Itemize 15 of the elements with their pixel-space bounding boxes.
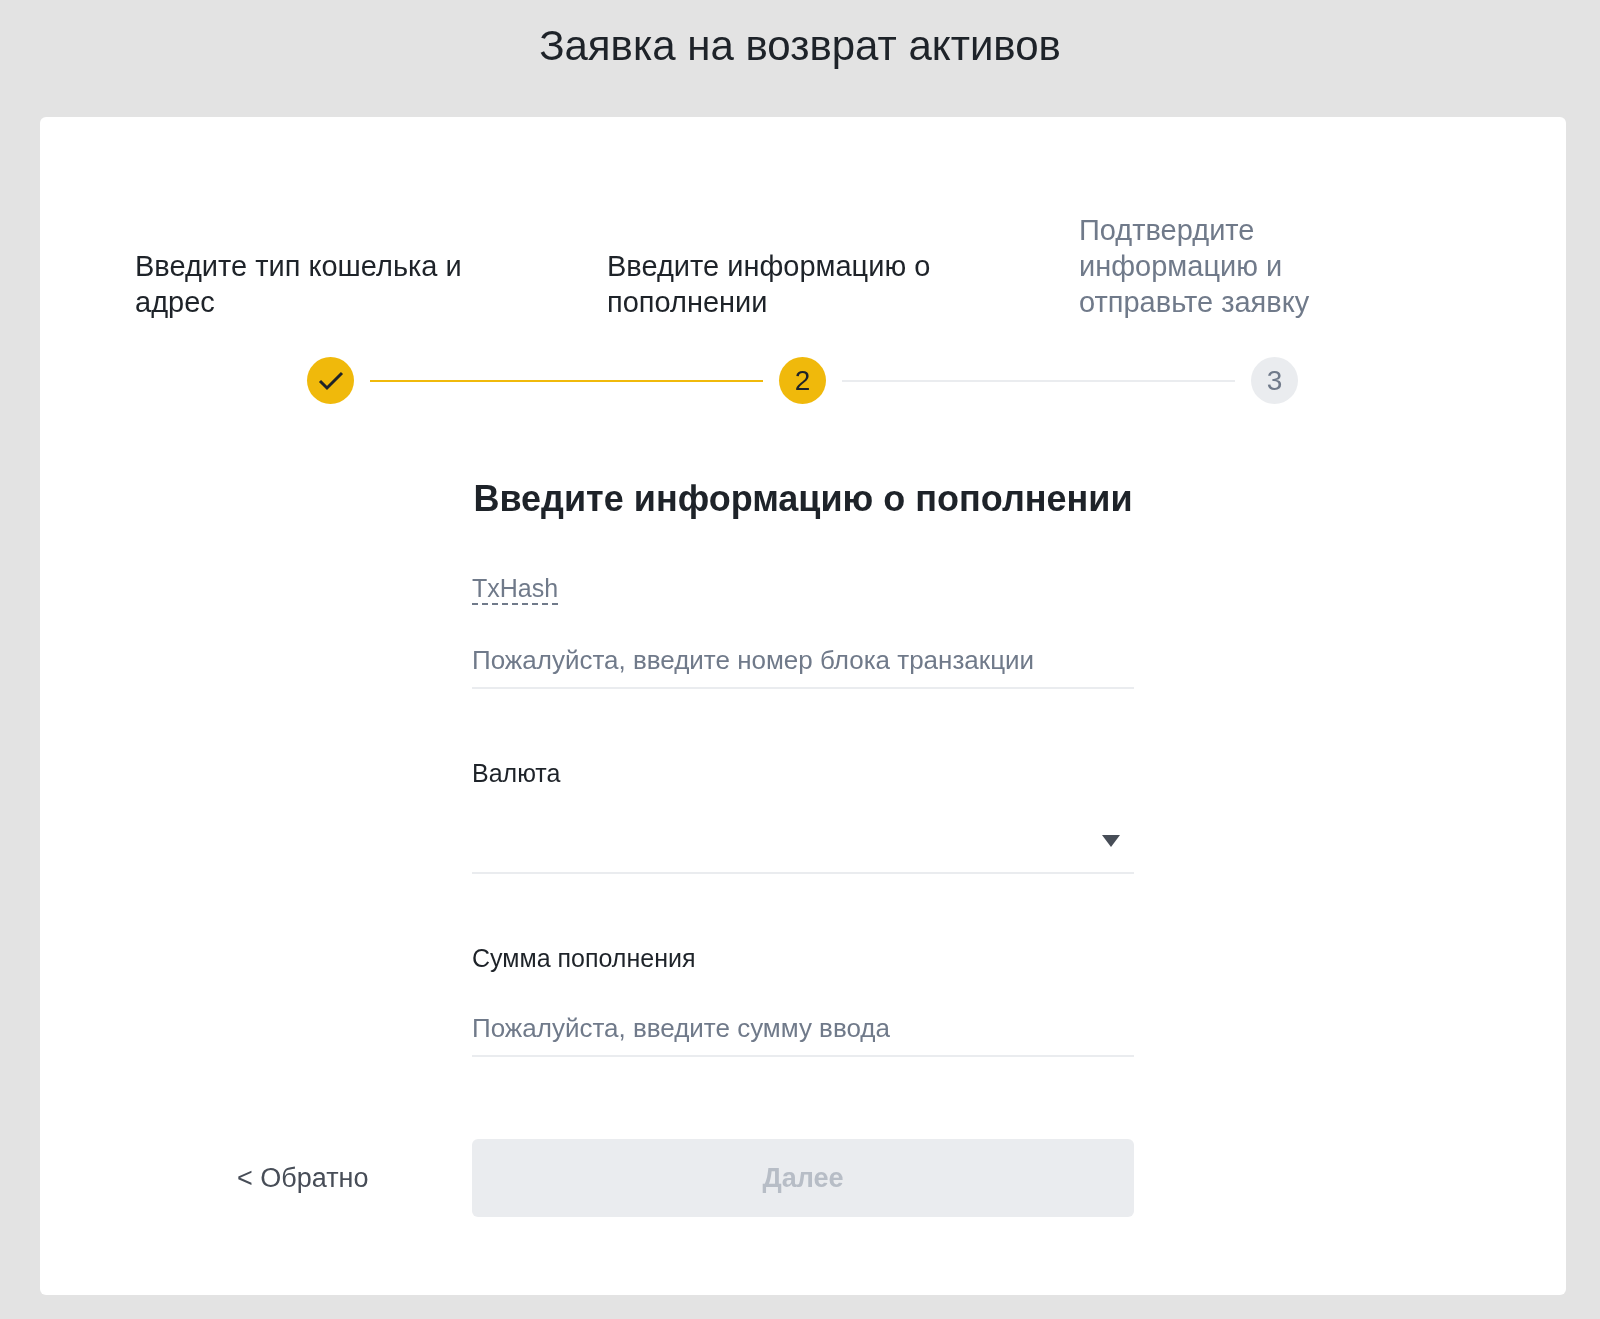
step-number: 3 bbox=[1251, 357, 1298, 404]
check-icon bbox=[317, 370, 344, 391]
input-field[interactable]: Пожалуйста, введите сумму ввода bbox=[472, 1001, 1134, 1057]
caret-icon bbox=[1102, 835, 1120, 847]
page-title: Заявка на возврат активов bbox=[538, 21, 1062, 71]
field-label: TxHash bbox=[472, 574, 559, 605]
form-heading: Введите информацию о пополнении bbox=[472, 478, 1134, 520]
step-number: 2 bbox=[779, 357, 826, 404]
input-field[interactable]: Пожалуйста, введите номер блока транзакции bbox=[472, 633, 1134, 689]
back-link[interactable]: < Обратно bbox=[40, 1162, 472, 1194]
step-label: Подтвердите информацию и отправьте заявку bbox=[1079, 213, 1311, 320]
field-label: Валюта bbox=[472, 759, 561, 788]
step-label: Введите тип кошелька и адрес bbox=[135, 249, 463, 320]
step-label: Введите информацию о пополнении bbox=[607, 249, 932, 320]
field-label: Сумма пополнения bbox=[472, 944, 696, 973]
